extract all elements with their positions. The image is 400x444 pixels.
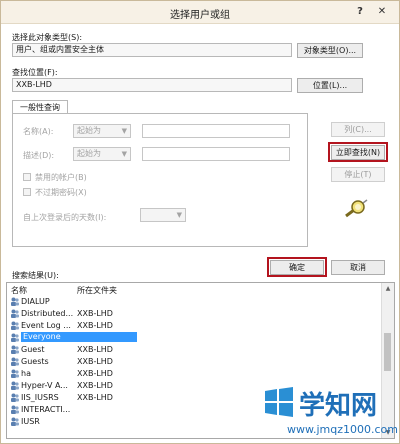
ok-button[interactable]: 确定 <box>270 260 324 275</box>
nonexpiring-password-label: 不过期密码(X) <box>35 188 87 197</box>
name-input[interactable] <box>142 124 290 138</box>
result-folder: XXB-LHD <box>77 309 113 318</box>
result-folder: XXB-LHD <box>77 321 113 330</box>
stop-button[interactable]: 停止(T) <box>331 167 385 182</box>
description-match-select[interactable]: 起始为 ▼ <box>73 147 131 161</box>
result-row[interactable]: Everyone <box>7 332 383 343</box>
result-name: IUSR <box>21 417 40 426</box>
result-name: INTERACTI... <box>21 405 71 414</box>
user-icon <box>10 369 20 378</box>
result-row[interactable]: Guest XXB-LHD <box>7 344 383 355</box>
object-type-field: 用户、组或内置安全主体 <box>12 43 292 57</box>
common-queries-panel: 名称(A): 起始为 ▼ 描述(D): 起始为 ▼ 禁用的帐户(B) 不过期密码… <box>12 113 308 247</box>
column-header-name[interactable]: 名称 <box>11 285 27 296</box>
result-name: Distributed... <box>21 309 74 318</box>
name-match-select[interactable]: 起始为 ▼ <box>73 124 131 138</box>
result-row[interactable]: Distributed... XXB-LHD <box>7 308 383 319</box>
columns-button[interactable]: 列(C)... <box>331 122 385 137</box>
result-name: Guest <box>21 345 45 354</box>
dialog-title: 选择用户或组 <box>170 10 230 21</box>
chevron-down-icon: ▼ <box>121 150 127 158</box>
group-icon <box>10 417 20 426</box>
disabled-accounts-checkbox[interactable] <box>23 173 31 181</box>
result-name: Event Log ... <box>21 321 71 330</box>
scroll-up-arrow-icon[interactable]: ▲ <box>382 283 394 294</box>
location-field: XXB-LHD <box>12 78 292 92</box>
group-icon <box>10 309 20 318</box>
location-label: 查找位置(F): <box>12 68 58 77</box>
tab-common-queries[interactable]: 一般性查询 <box>12 100 68 114</box>
group-icon <box>10 381 20 390</box>
scroll-thumb[interactable] <box>384 333 391 371</box>
locations-button[interactable]: 位置(L)... <box>297 78 363 93</box>
result-name: Hyper-V A... <box>21 381 68 390</box>
result-name: DIALUP <box>21 297 50 306</box>
watermark-url: www.jmqz1000.com <box>287 423 398 436</box>
result-name: Everyone <box>21 332 137 342</box>
column-header-folder[interactable]: 所在文件夹 <box>77 285 117 296</box>
close-button[interactable]: ✕ <box>369 4 395 20</box>
help-button[interactable]: ? <box>353 4 367 20</box>
result-folder: XXB-LHD <box>77 393 113 402</box>
group-icon <box>10 393 20 402</box>
days-since-logon-select[interactable]: ▼ <box>140 208 186 222</box>
search-results-label: 搜索结果(U): <box>12 271 59 280</box>
chevron-down-icon: ▼ <box>176 211 182 219</box>
description-label: 描述(D): <box>23 151 55 160</box>
description-input[interactable] <box>142 147 290 161</box>
user-icon <box>10 345 20 354</box>
result-name: ha <box>21 369 31 378</box>
result-folder: XXB-LHD <box>77 357 113 366</box>
result-row[interactable]: DIALUP <box>7 296 383 307</box>
watermark-brand: 学知网 <box>299 391 378 421</box>
disabled-accounts-label: 禁用的帐户(B) <box>35 173 87 182</box>
days-since-logon-label: 自上次登录后的天数(I): <box>23 213 107 222</box>
group-icon <box>10 321 20 330</box>
result-name: Guests <box>21 357 49 366</box>
windows-logo-icon <box>263 387 295 417</box>
result-row[interactable]: Guests XXB-LHD <box>7 356 383 367</box>
result-row[interactable]: Event Log ... XXB-LHD <box>7 320 383 331</box>
chevron-down-icon: ▼ <box>121 127 127 135</box>
object-type-label: 选择此对象类型(S): <box>12 33 83 42</box>
search-magnifier-icon <box>343 199 369 219</box>
select-users-dialog: 选择用户或组 ? ✕ 选择此对象类型(S): 用户、组或内置安全主体 对象类型(… <box>0 0 400 444</box>
find-now-button[interactable]: 立即查找(N) <box>331 145 385 160</box>
name-match-value: 起始为 <box>77 126 101 135</box>
result-row[interactable]: ha XXB-LHD <box>7 368 383 379</box>
group-icon <box>10 297 20 306</box>
result-name: IIS_IUSRS <box>21 393 59 402</box>
description-match-value: 起始为 <box>77 149 101 158</box>
result-folder: XXB-LHD <box>77 381 113 390</box>
nonexpiring-password-checkbox[interactable] <box>23 188 31 196</box>
results-header: 名称 所在文件夹 <box>7 283 383 295</box>
group-icon <box>10 333 20 342</box>
object-types-button[interactable]: 对象类型(O)... <box>297 43 363 58</box>
group-icon <box>10 357 20 366</box>
cancel-button[interactable]: 取消 <box>331 260 385 275</box>
title-bar: 选择用户或组 ? ✕ <box>1 1 399 24</box>
watermark-logo: 学知网 www.jmqz1000.com <box>263 381 398 441</box>
result-folder: XXB-LHD <box>77 369 113 378</box>
result-folder: XXB-LHD <box>77 345 113 354</box>
name-label: 名称(A): <box>23 127 54 136</box>
group-icon <box>10 405 20 414</box>
